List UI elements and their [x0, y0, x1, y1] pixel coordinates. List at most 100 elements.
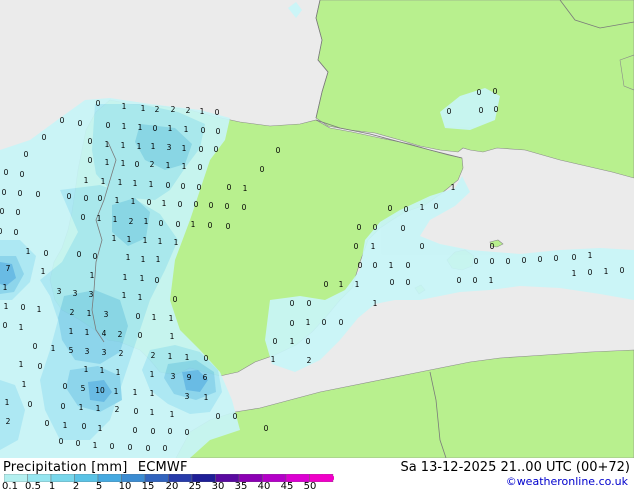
value-label: 0	[28, 400, 33, 409]
value-label: 0	[88, 156, 93, 165]
value-label: 1	[371, 242, 376, 251]
value-label: 0	[155, 276, 160, 285]
colorbar-tick-label: 0.1	[2, 481, 18, 492]
value-label: 0	[36, 190, 41, 199]
value-label: 0	[16, 208, 21, 217]
credit-link[interactable]: ©weatheronline.co.uk	[506, 475, 628, 488]
map-canvas: 0 1 1 2 2 2 1 00 0 0 1 1 0 1 1 0 00 0 1 1 1 1 3 1 0 0 000 1 1 0 2 1 1 0 00…	[0, 0, 634, 458]
value-label: 0	[153, 124, 158, 133]
value-label: 1	[114, 387, 119, 396]
value-label: 0	[67, 192, 72, 201]
value-label: 1	[19, 360, 24, 369]
value-label: 0	[216, 127, 221, 136]
precipitation-map: 0112221000011011000011113100000110211000…	[0, 0, 634, 458]
value-label: 0	[473, 276, 478, 285]
value-label: 2	[186, 106, 191, 115]
value-label: 0	[273, 337, 278, 346]
value-label: 0	[490, 257, 495, 266]
colorbar-tick-label: 10	[118, 481, 132, 492]
value-label: 1	[143, 236, 148, 245]
value-label: 1	[162, 199, 167, 208]
value-label: 1	[101, 177, 106, 186]
value-label: 0	[178, 200, 183, 209]
value-label: 0	[14, 228, 19, 237]
value-label: 0	[199, 145, 204, 154]
value-label: 0	[306, 337, 311, 346]
value-label: 1	[113, 215, 118, 224]
value-label: 1	[87, 309, 92, 318]
value-label: 0	[128, 443, 133, 452]
value-label: 0	[264, 424, 269, 433]
value-label: 3	[89, 290, 94, 299]
value-label: 0	[276, 146, 281, 155]
value-label: 1	[451, 183, 456, 192]
value-label: 0	[494, 105, 499, 114]
value-label: 0	[474, 257, 479, 266]
colorbar-tick-label: 0.5	[25, 481, 41, 492]
value-label: 0	[159, 219, 164, 228]
value-label: 0	[136, 312, 141, 321]
value-label: 1	[122, 102, 127, 111]
colorbar-tick-label: 1	[48, 481, 56, 492]
value-label: 9	[187, 373, 192, 382]
value-label: 1	[105, 158, 110, 167]
value-label: 0	[406, 261, 411, 270]
value-label: 0	[185, 428, 190, 437]
value-label: 1	[138, 293, 143, 302]
value-label: 2	[151, 351, 156, 360]
value-label: 1	[122, 291, 127, 300]
value-label: 0	[620, 266, 625, 275]
value-label: 0	[506, 257, 511, 266]
value-label: 1	[150, 389, 155, 398]
value-label: 1	[127, 235, 132, 244]
value-label: 0	[0, 207, 5, 216]
value-label: 0	[214, 145, 219, 154]
value-label: 1	[126, 253, 131, 262]
value-label: 1	[121, 141, 126, 150]
value-label: 5	[81, 384, 86, 393]
value-label: 0	[45, 419, 50, 428]
value-label: 0	[173, 295, 178, 304]
value-label: 0	[88, 137, 93, 146]
colorbar-tick-label: 25	[188, 481, 202, 492]
value-label: 5	[69, 346, 74, 355]
value-label: 0	[38, 362, 43, 371]
value-label: 0	[133, 426, 138, 435]
value-label: 0	[93, 252, 98, 261]
value-label: 0	[163, 444, 168, 453]
value-label: 1	[137, 142, 142, 151]
value-label: 0	[168, 427, 173, 436]
value-label: 1	[98, 424, 103, 433]
value-label: 3	[167, 143, 172, 152]
value-label: 2	[115, 405, 120, 414]
value-label: 1	[105, 140, 110, 149]
value-label: 3	[171, 372, 176, 381]
value-label: 1	[138, 123, 143, 132]
value-label: 2	[150, 160, 155, 169]
value-label: 1	[122, 122, 127, 131]
value-label: 0	[18, 189, 23, 198]
value-label: 1	[604, 267, 609, 276]
value-label: 0	[490, 242, 495, 251]
value-label: 2	[155, 105, 160, 114]
value-label: 1	[116, 368, 121, 377]
value-label: 1	[373, 299, 378, 308]
value-label: 2	[70, 308, 75, 317]
value-label: 1	[93, 441, 98, 450]
value-label: 1	[97, 214, 102, 223]
value-label: 1	[182, 162, 187, 171]
value-label: 0	[166, 181, 171, 190]
value-label: 1	[96, 404, 101, 413]
value-label: 6	[203, 373, 208, 382]
colorbar-tick-label: 15	[141, 481, 155, 492]
value-label: 0	[522, 256, 527, 265]
value-label: 0	[354, 242, 359, 251]
value-label: 0	[147, 198, 152, 207]
value-label: 0	[151, 427, 156, 436]
value-label: 0	[3, 321, 8, 330]
value-label: 2	[171, 105, 176, 114]
value-label: 0	[457, 276, 462, 285]
value-label: 1	[90, 271, 95, 280]
value-label: 1	[588, 251, 593, 260]
value-label: 0	[82, 422, 87, 431]
